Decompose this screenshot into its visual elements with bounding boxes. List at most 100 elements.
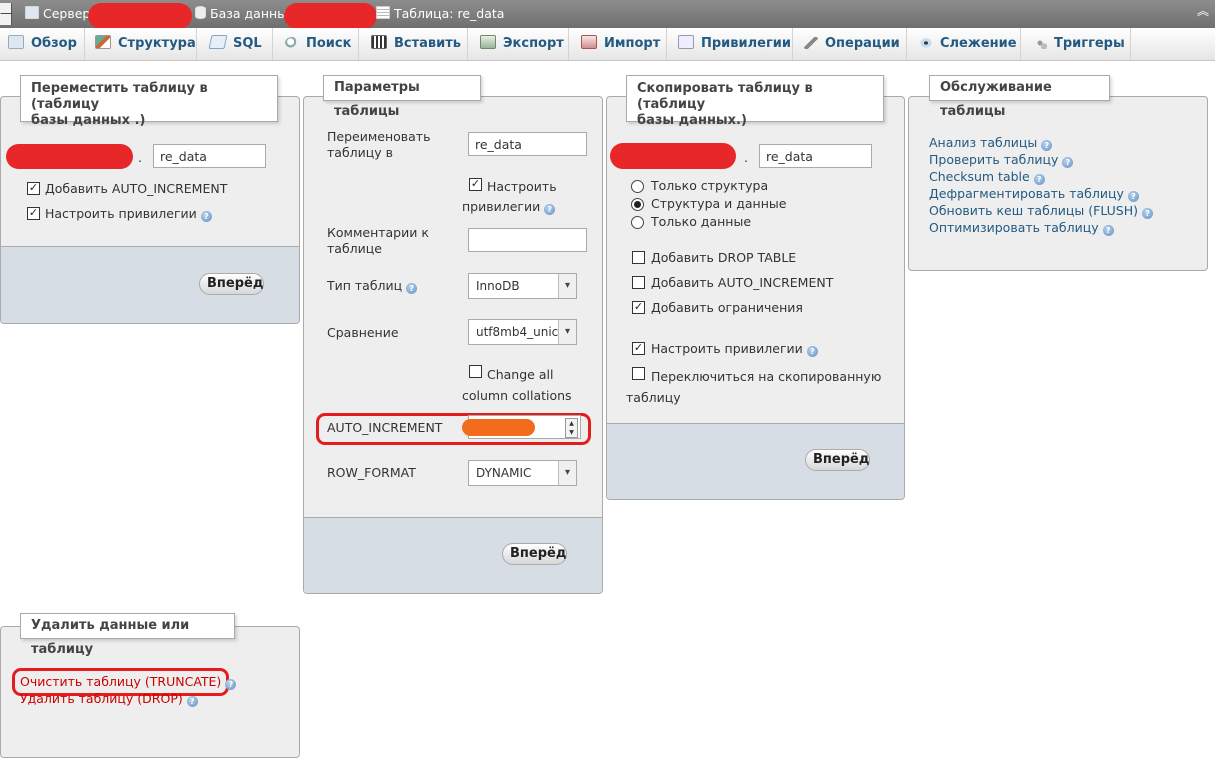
tab-triggers[interactable]: Триггеры [1021, 28, 1131, 60]
tab-export[interactable]: Экспорт [468, 28, 569, 60]
chevron-down-icon: ▾ [558, 320, 576, 344]
help-icon[interactable]: ? [806, 346, 818, 357]
checksum-table-link[interactable]: Checksum table? [929, 169, 1045, 185]
redacted-database-name [284, 3, 377, 29]
copy-data-only-label: Только данные [651, 214, 752, 229]
copy-structure-only-label: Только структура [651, 178, 769, 193]
help-icon[interactable]: ? [1062, 157, 1074, 168]
move-table-name-input[interactable]: re_data [153, 144, 266, 168]
comments-label: Комментарии к таблице [327, 225, 429, 256]
tab-tracking[interactable]: Слежение [907, 28, 1021, 60]
flush-table-link[interactable]: Обновить кеш таблицы (FLUSH)? [929, 203, 1154, 219]
tab-browse[interactable]: Обзор [0, 28, 85, 60]
redacted-server-name [88, 3, 192, 29]
row-format-label: ROW_FORMAT [327, 465, 416, 480]
tab-privileges[interactable]: Привилегии [667, 28, 793, 60]
analyze-table-link[interactable]: Анализ таблицы? [929, 135, 1053, 151]
eye-icon [919, 37, 933, 49]
copy-auto-increment-checkbox[interactable] [632, 276, 645, 289]
move-table-legend: Переместить таблицу в (таблицу базы данн… [20, 75, 278, 128]
export-icon [480, 35, 496, 49]
copy-privileges-label: Настроить привилегии? [651, 341, 818, 357]
move-table-submit-button[interactable]: Вперёд [199, 273, 264, 295]
copy-structure-and-data-radio[interactable] [631, 198, 644, 211]
spinner-icon[interactable]: ▲ ▼ [565, 418, 578, 438]
redacted-copy-database [610, 143, 736, 169]
table-icon [376, 6, 390, 19]
copy-privileges-checkbox[interactable]: ✓ [632, 342, 645, 355]
move-privileges-checkbox[interactable]: ✓ [27, 207, 40, 220]
help-icon[interactable]: ? [186, 696, 198, 707]
storage-engine-label: Тип таблиц? [327, 278, 418, 294]
maintenance-legend: Обслуживание таблицы [929, 75, 1110, 119]
database-icon [195, 6, 206, 19]
tab-search[interactable]: Поиск [273, 28, 359, 60]
comments-input[interactable] [468, 228, 587, 252]
import-icon [581, 35, 597, 49]
copy-table-name-input[interactable]: re_data [759, 144, 872, 168]
breadcrumb-database[interactable]: База данных [195, 6, 294, 21]
copy-table-dot: . [744, 150, 748, 165]
triggers-icon [1033, 37, 1047, 49]
table-options-legend: Параметры таблицы [323, 75, 481, 119]
table-options-panel [303, 96, 603, 594]
tab-operations[interactable]: Операции [793, 28, 907, 60]
auto-increment-label: AUTO_INCREMENT [327, 420, 443, 435]
help-icon[interactable]: ? [225, 679, 237, 690]
rename-label: Переименовать таблицу в [327, 129, 431, 160]
change-all-collations-label: Change all column collations [462, 367, 572, 403]
help-icon[interactable]: ? [1033, 174, 1045, 185]
server-icon [25, 6, 39, 19]
help-icon[interactable]: ? [200, 211, 212, 222]
wrench-icon [804, 37, 818, 49]
insert-icon [371, 35, 387, 49]
copy-drop-table-label: Добавить DROP TABLE [651, 250, 797, 265]
copy-table-submit-button[interactable]: Вперёд [805, 449, 870, 471]
chevron-down-icon: ▾ [558, 461, 576, 485]
tab-sql[interactable]: SQL [197, 28, 273, 60]
copy-constraints-checkbox[interactable]: ✓ [632, 301, 645, 314]
tab-structure[interactable]: Структура [85, 28, 197, 60]
move-auto-increment-label: Добавить AUTO_INCREMENT [45, 181, 228, 196]
tab-bar: Обзор Структура SQL Поиск Вставить Экспо… [0, 28, 1215, 61]
check-table-link[interactable]: Проверить таблицу? [929, 152, 1074, 168]
copy-structure-only-radio[interactable] [631, 180, 644, 193]
rename-table-input[interactable]: re_data [468, 132, 587, 156]
collation-select[interactable]: utf8mb4_unicode_ci ▾ [468, 319, 577, 345]
chevron-up-icon[interactable]: ︽ [1197, 5, 1209, 17]
breadcrumb-table[interactable]: Таблица: re_data [376, 6, 504, 21]
truncate-table-link[interactable]: Очистить таблицу (TRUNCATE)? [20, 674, 237, 690]
copy-data-only-radio[interactable] [631, 216, 644, 229]
optimize-table-link[interactable]: Оптимизировать таблицу? [929, 220, 1114, 236]
collapse-navigation-button[interactable]: — [0, 3, 12, 25]
sql-icon [208, 35, 228, 49]
browse-icon [8, 35, 24, 49]
storage-engine-select[interactable]: InnoDB ▾ [468, 273, 577, 299]
help-icon[interactable]: ? [1142, 208, 1154, 219]
structure-icon [95, 35, 111, 49]
help-icon[interactable]: ? [544, 204, 556, 215]
move-table-dot: . [138, 150, 142, 165]
help-icon[interactable]: ? [1041, 140, 1053, 151]
chevron-down-icon: ▾ [558, 274, 576, 298]
copy-table-legend: Скопировать таблицу в (таблицу базы данн… [626, 75, 884, 128]
tab-insert[interactable]: Вставить [359, 28, 468, 60]
help-icon[interactable]: ? [406, 283, 418, 294]
table-options-submit-button[interactable]: Вперёд [502, 543, 567, 565]
delete-legend: Удалить данные или таблицу [20, 613, 235, 657]
redacted-auto-increment-value [462, 419, 535, 436]
move-privileges-label: Настроить привилегии? [45, 206, 212, 222]
copy-structure-and-data-label: Структура и данные [651, 196, 787, 211]
breadcrumb-server[interactable]: Сервер [25, 6, 90, 21]
defragment-table-link[interactable]: Дефрагментировать таблицу? [929, 186, 1139, 202]
move-auto-increment-checkbox[interactable]: ✓ [27, 182, 40, 195]
drop-table-link[interactable]: Удалить таблицу (DROP)? [20, 691, 198, 707]
tab-import[interactable]: Импорт [569, 28, 667, 60]
help-icon[interactable]: ? [1102, 225, 1114, 236]
copy-constraints-label: Добавить ограничения [651, 300, 803, 315]
row-format-select[interactable]: DYNAMIC ▾ [468, 460, 577, 486]
breadcrumb: — Сервер База данных Таблица: re_data ︽ [0, 0, 1215, 29]
copy-drop-table-checkbox[interactable] [632, 251, 645, 264]
collation-label: Сравнение [327, 325, 399, 340]
help-icon[interactable]: ? [1127, 191, 1139, 202]
